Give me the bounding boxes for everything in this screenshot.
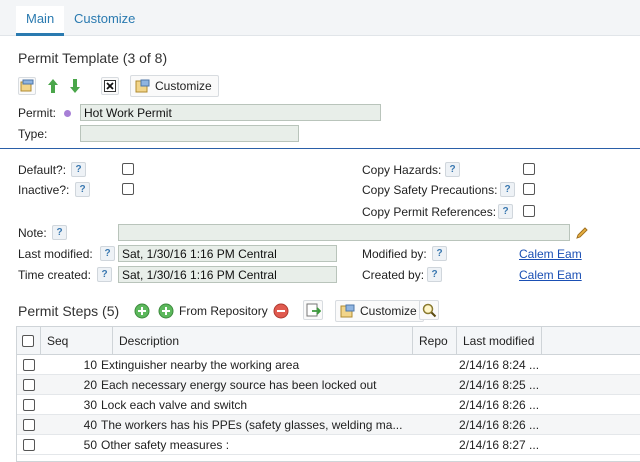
section-title-permit-steps: Permit Steps (5) (18, 303, 120, 319)
copy-permit-references-label: Copy Permit References: (362, 205, 497, 219)
move-down-icon[interactable] (66, 77, 84, 95)
copy-hazards-checkbox[interactable] (523, 163, 535, 175)
inactive-label: Inactive?: (18, 183, 70, 197)
table-row[interactable]: 40 The workers has his PPEs (safety glass… (17, 415, 640, 435)
cell-last-modified: 2/14/16 8:27 ... (459, 438, 540, 452)
add-from-repository-icon (158, 303, 174, 319)
copy-safety-precautions-checkbox[interactable] (523, 183, 535, 195)
edit-icon[interactable] (18, 77, 36, 95)
select-all-checkbox[interactable] (22, 335, 34, 347)
inactive-help-icon[interactable]: ? (75, 182, 90, 197)
cell-repo (415, 395, 455, 415)
row-checkbox[interactable] (23, 399, 35, 411)
move-up-icon[interactable] (44, 77, 62, 95)
permit-label: Permit: (18, 106, 57, 120)
table-row[interactable]: 50 Other safety measures : 2/14/16 8:27 ..… (17, 435, 640, 455)
cell-seq: 50 (83, 438, 97, 452)
cell-description: Each necessary energy source has been lo… (101, 378, 377, 392)
cell-last-modified: 2/14/16 8:26 ... (459, 398, 540, 412)
export-icon[interactable] (303, 300, 323, 320)
tab-bar: Main Customize (0, 0, 640, 36)
default-label: Default?: (18, 163, 67, 177)
note-help-icon[interactable]: ? (52, 225, 67, 240)
copy-permit-references-checkbox[interactable] (523, 205, 535, 217)
from-repository-label: From Repository (179, 304, 268, 318)
cell-repo (415, 355, 455, 375)
last-modified-field: Sat, 1/30/16 1:16 PM Central (118, 245, 337, 262)
cell-description: Lock each valve and switch (101, 398, 248, 412)
created-by-label: Created by: (362, 268, 425, 282)
default-checkbox[interactable] (122, 163, 134, 175)
time-created-label: Time created: (18, 268, 91, 282)
close-icon[interactable] (101, 77, 119, 95)
remove-icon[interactable] (272, 302, 290, 320)
cell-description: Extinguisher nearby the working area (101, 358, 300, 372)
required-indicator-icon (64, 110, 71, 117)
row-checkbox[interactable] (23, 439, 35, 451)
inactive-checkbox[interactable] (122, 183, 134, 195)
cell-repo (415, 435, 455, 455)
column-header-description[interactable]: Description (113, 327, 413, 355)
column-header-repo[interactable]: Repo (413, 327, 457, 355)
cell-description: Other safety measures : (101, 438, 230, 452)
pencil-icon[interactable] (575, 226, 589, 243)
table-row[interactable]: 20 Each necessary energy source has been … (17, 375, 640, 395)
customize-button-label: Customize (155, 79, 212, 93)
copy-safety-precautions-help-icon[interactable]: ? (500, 182, 515, 197)
cell-last-modified: 2/14/16 8:26 ... (459, 418, 540, 432)
modified-by-link[interactable]: Calem Eam (519, 247, 582, 261)
type-field[interactable] (80, 125, 299, 142)
copy-permit-references-help-icon[interactable]: ? (498, 204, 513, 219)
column-header-seq[interactable]: Seq (41, 327, 113, 355)
permit-name-field[interactable]: Hot Work Permit (80, 104, 381, 121)
search-icon[interactable] (419, 300, 439, 320)
from-repository-button[interactable]: From Repository (154, 300, 274, 322)
cell-repo (415, 415, 455, 435)
row-checkbox[interactable] (23, 419, 35, 431)
last-modified-help-icon[interactable]: ? (100, 246, 115, 261)
table-row[interactable]: 10 Extinguisher nearby the working area 2/… (17, 355, 640, 375)
table-row[interactable]: 30 Lock each valve and switch 2/14/16 8:26… (17, 395, 640, 415)
select-all-cell (17, 327, 41, 355)
default-help-icon[interactable]: ? (71, 162, 86, 177)
cell-last-modified: 2/14/16 8:24 ... (459, 358, 540, 372)
time-created-field: Sat, 1/30/16 1:16 PM Central (118, 266, 337, 283)
modified-by-help-icon[interactable]: ? (432, 246, 447, 261)
permit-steps-table: Seq Description Repo Last modified 10 Ext… (16, 326, 640, 462)
copy-hazards-help-icon[interactable]: ? (445, 162, 460, 177)
cell-description: The workers has his PPEs (safety glasses… (101, 418, 403, 432)
copy-safety-precautions-label: Copy Safety Precautions: (362, 183, 498, 197)
cell-seq: 40 (83, 418, 97, 432)
table-header: Seq Description Repo Last modified (17, 327, 640, 355)
steps-customize-label: Customize (360, 304, 417, 318)
note-label: Note: (18, 226, 47, 240)
tab-main[interactable]: Main (16, 6, 65, 36)
last-modified-label: Last modified: (18, 247, 93, 261)
modified-by-label: Modified by: (362, 247, 427, 261)
column-header-last-modified[interactable]: Last modified (457, 327, 542, 355)
cell-seq: 30 (83, 398, 97, 412)
customize-icon (135, 79, 150, 92)
note-field[interactable] (118, 224, 570, 241)
tab-customize[interactable]: Customize (64, 6, 145, 36)
row-checkbox[interactable] (23, 379, 35, 391)
cell-seq: 20 (83, 378, 97, 392)
customize-button[interactable]: Customize (130, 75, 219, 97)
add-icon[interactable] (133, 302, 151, 320)
created-by-help-icon[interactable]: ? (427, 267, 442, 282)
copy-hazards-label: Copy Hazards: (362, 163, 442, 177)
cell-seq: 10 (83, 358, 97, 372)
steps-customize-button[interactable]: Customize (335, 300, 424, 322)
cell-repo (415, 375, 455, 395)
section-divider (0, 148, 640, 149)
created-by-link[interactable]: Calem Eam (519, 268, 582, 282)
section-title-permit-template: Permit Template (3 of 8) (18, 50, 168, 66)
customize-icon (340, 304, 355, 317)
cell-last-modified: 2/14/16 8:25 ... (459, 378, 540, 392)
time-created-help-icon[interactable]: ? (97, 267, 112, 282)
row-checkbox[interactable] (23, 359, 35, 371)
type-label: Type: (18, 127, 48, 141)
